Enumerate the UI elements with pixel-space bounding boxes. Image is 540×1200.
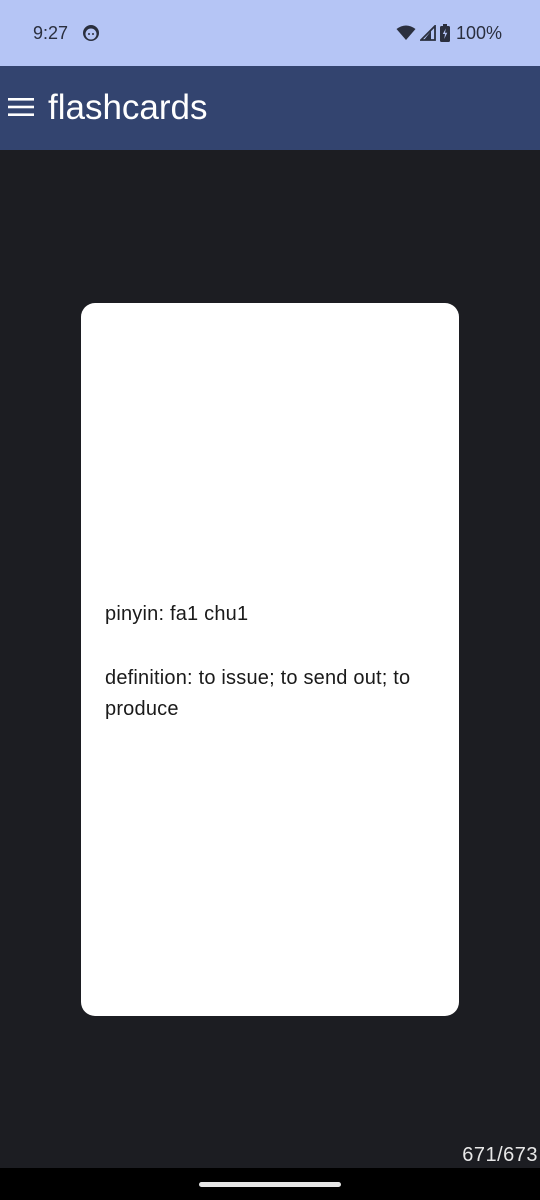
home-gesture-handle[interactable] <box>199 1182 341 1187</box>
definition-text: definition: to issue; to send out; to pr… <box>105 667 411 720</box>
flashcard[interactable]: pinyin: fa1 chu1 definition: to issue; t… <box>81 303 459 1016</box>
app-title: flashcards <box>48 88 208 127</box>
flashcard-content: pinyin: fa1 chu1 definition: to issue; t… <box>105 599 435 725</box>
status-bar: 9:27 100% <box>0 0 540 66</box>
pinyin-text: pinyin: fa1 chu1 <box>105 603 249 625</box>
navigation-bar <box>0 1168 540 1200</box>
menu-button[interactable] <box>0 86 44 130</box>
wifi-icon <box>396 25 416 41</box>
hamburger-menu-icon <box>8 98 34 116</box>
status-icons: 100% <box>396 22 502 44</box>
face-notification-icon <box>82 24 100 42</box>
card-counter: 671/673 <box>462 1144 538 1166</box>
app-bar: flashcards <box>0 66 540 150</box>
battery-percent: 100% <box>455 23 502 43</box>
status-time: 9:27 <box>33 23 69 43</box>
cell-signal-icon <box>419 25 436 41</box>
battery-charging-icon <box>439 24 450 42</box>
